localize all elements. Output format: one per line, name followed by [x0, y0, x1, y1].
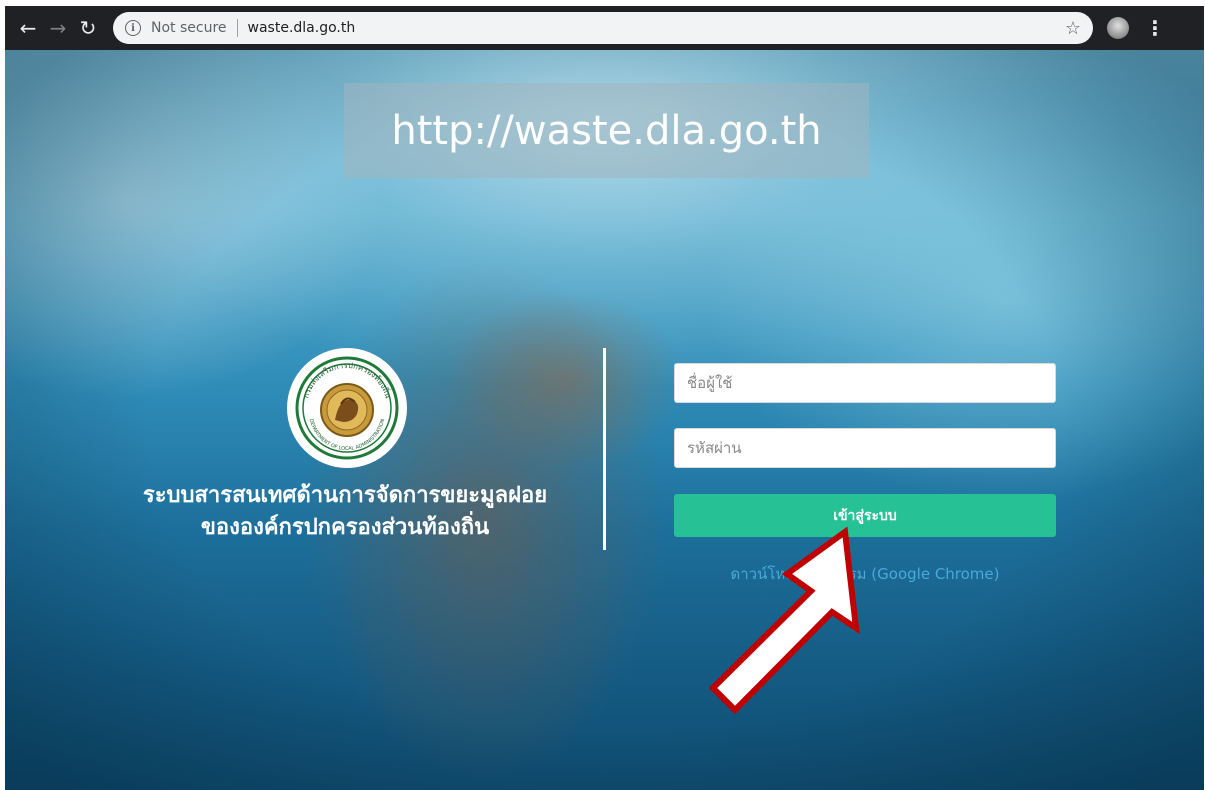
profile-avatar[interactable]: [1107, 17, 1129, 39]
url-banner: http://waste.dla.go.th: [344, 83, 869, 178]
login-page: http://waste.dla.go.th กรมส่งเสริมการปกค…: [5, 50, 1204, 790]
department-logo: กรมส่งเสริมการปกครองท้องถิ่น DEPARTMENT …: [287, 348, 407, 468]
department-seal-icon: กรมส่งเสริมการปกครองท้องถิ่น DEPARTMENT …: [293, 354, 401, 462]
system-title-line2: ขององค์กรปกครองส่วนท้องถิ่น: [200, 515, 490, 540]
back-icon[interactable]: ←: [13, 13, 43, 43]
system-title-line1: ระบบสารสนเทศด้านการจัดการขยะมูลฝอย: [142, 483, 548, 508]
username-input[interactable]: [674, 363, 1056, 403]
reload-icon[interactable]: ↻: [73, 13, 103, 43]
omnibox-divider: [236, 19, 238, 37]
url-banner-text: http://waste.dla.go.th: [391, 107, 822, 154]
system-title: ระบบสารสนเทศด้านการจัดการขยะมูลฝอย ขององ…: [105, 480, 585, 544]
url-text[interactable]: waste.dla.go.th: [248, 20, 356, 36]
address-bar[interactable]: i Not secure waste.dla.go.th ☆: [113, 12, 1093, 44]
star-icon[interactable]: ☆: [1065, 18, 1081, 39]
security-label: Not secure: [151, 20, 227, 36]
vertical-divider: [603, 348, 606, 550]
password-input[interactable]: [674, 428, 1056, 468]
info-icon[interactable]: i: [125, 20, 141, 36]
pointer-arrow-annotation: [708, 526, 860, 715]
forward-icon[interactable]: →: [43, 13, 73, 43]
browser-toolbar: ← → ↻ i Not secure waste.dla.go.th ☆ ⋮: [5, 6, 1204, 50]
kebab-menu-icon[interactable]: ⋮: [1145, 16, 1165, 40]
